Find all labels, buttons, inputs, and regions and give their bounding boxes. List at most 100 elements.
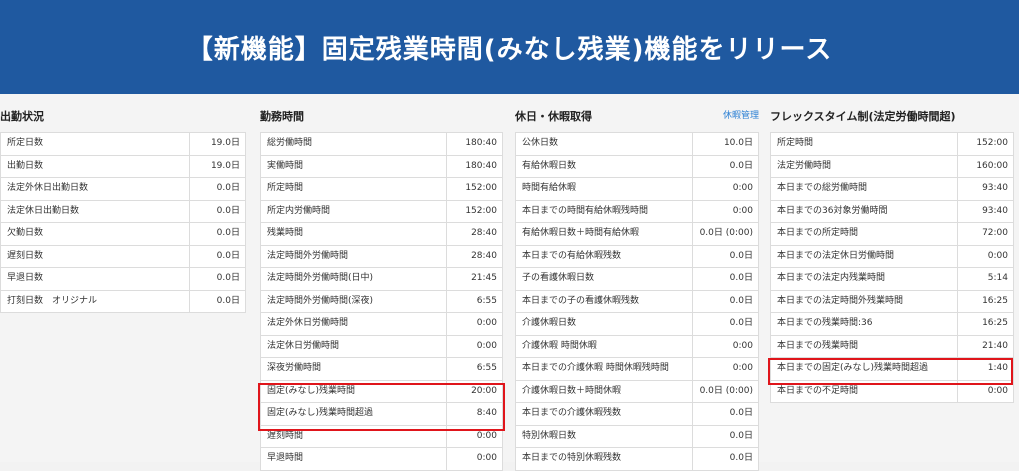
row-label: 本日までの有給休暇残数 <box>522 250 622 261</box>
row-value: 180:40 <box>446 133 502 155</box>
row-value: 19.0日 <box>189 133 245 155</box>
summary-content: 出勤状況 所定日数 19.0日 出勤日数 19.0日 法定外休日出勤日数 0.0日 法… <box>0 94 1019 471</box>
row-value: 0.0日 <box>692 155 758 177</box>
announcement-banner: 【新機能】固定残業時間(みなし残業)機能をリリース <box>0 0 1019 94</box>
row-label: 所定内労働時間 <box>267 205 331 216</box>
row-value: 0.0日 <box>189 245 245 267</box>
row-label: 本日までの法定時間外残業時間 <box>777 295 904 306</box>
row-value: 0.0日 (0:00) <box>692 380 758 402</box>
section-title: 勤務時間 <box>260 110 304 123</box>
table-row: 介護休暇 時間休暇 0:00 <box>515 335 759 358</box>
row-label: 有給休暇日数 <box>522 160 577 171</box>
table-row: 法定労働時間 160:00 <box>770 155 1014 178</box>
table-row: 法定外休日労働時間 0:00 <box>260 313 503 336</box>
row-label: 特別休暇日数 <box>522 430 577 441</box>
row-label: 本日までの子の看護休暇残数 <box>522 295 640 306</box>
row-label: 本日までの総労働時間 <box>777 183 868 193</box>
row-label: 所定日数 <box>7 138 44 148</box>
table-row: 本日までの法定内残業時間 5:14 <box>770 268 1014 291</box>
row-label: 法定時間外労働時間(深夜) <box>267 295 374 306</box>
row-label: 本日までの特別休暇残数 <box>522 453 622 463</box>
row-label: 本日までの法定内残業時間 <box>777 273 886 283</box>
row-value: 152:00 <box>446 200 502 222</box>
row-value: 93:40 <box>957 200 1013 222</box>
table-row: 残業時間 28:40 <box>260 223 503 246</box>
table-row: 総労働時間 180:40 <box>260 133 503 156</box>
table-row: 所定日数 19.0日 <box>0 133 246 156</box>
row-label: 深夜労働時間 <box>267 363 322 373</box>
section-title: 出勤状況 <box>0 110 44 123</box>
row-value: 28:40 <box>446 245 502 267</box>
table-row: 介護休暇日数 0.0日 <box>515 313 759 336</box>
row-value: 0.0日 <box>189 290 245 312</box>
row-value: 0.0日 <box>692 245 758 267</box>
row-value: 19.0日 <box>189 155 245 177</box>
table-row: 法定休日労働時間 0:00 <box>260 335 503 358</box>
row-value: 0.0日 <box>189 178 245 200</box>
row-value: 5:14 <box>957 268 1013 290</box>
table-row: 本日までの法定休日労働時間 0:00 <box>770 245 1014 268</box>
table-row: 介護休暇日数＋時間休暇 0.0日 (0:00) <box>515 380 759 403</box>
row-value: 6:55 <box>446 358 502 380</box>
row-value: 0.0日 <box>692 290 758 312</box>
row-label: 所定時間 <box>777 138 814 148</box>
row-value: 0:00 <box>446 335 502 357</box>
row-label: 本日までの法定休日労働時間 <box>777 250 895 261</box>
row-value: 6:55 <box>446 290 502 312</box>
leave-management-link[interactable]: 休暇管理 <box>723 108 759 121</box>
row-label: 法定時間外労働時間(日中) <box>267 273 374 283</box>
table-row: 本日までの特別休暇残数 0.0日 <box>515 448 759 471</box>
table-row: 本日までの36対象労働時間 93:40 <box>770 200 1014 223</box>
row-value: 0.0日 (0:00) <box>692 223 758 245</box>
table-row: 出勤日数 19.0日 <box>0 155 246 178</box>
table-row: 早退時間 0:00 <box>260 448 503 471</box>
row-value: 0:00 <box>957 245 1013 267</box>
row-value: 21:45 <box>446 268 502 290</box>
row-label: 打刻日数 オリジナル <box>7 295 98 306</box>
table-row: 子の看護休暇日数 0.0日 <box>515 268 759 291</box>
table-row: 所定内労働時間 152:00 <box>260 200 503 223</box>
row-value: 0.0日 <box>692 403 758 425</box>
row-label: 法定時間外労働時間 <box>267 250 349 261</box>
row-value: 21:40 <box>957 335 1013 357</box>
row-value: 152:00 <box>446 178 502 200</box>
row-label: 法定外休日労働時間 <box>267 318 349 328</box>
row-label: 法定労働時間 <box>777 160 832 171</box>
table-row: 早退日数 0.0日 <box>0 268 246 291</box>
row-label: 本日までの介護休暇 時間休暇残時間 <box>522 363 669 373</box>
row-label: 公休日数 <box>522 138 559 148</box>
row-value: 0.0日 <box>692 268 758 290</box>
row-value: 0:00 <box>692 358 758 380</box>
row-label: 残業時間 <box>267 228 304 238</box>
row-label: 本日までの所定時間 <box>777 228 859 238</box>
row-value: 16:25 <box>957 290 1013 312</box>
row-value: 0.0日 <box>692 448 758 470</box>
row-label: 実働時間 <box>267 160 304 171</box>
table-row: 深夜労働時間 6:55 <box>260 358 503 381</box>
table-row: 時間有給休暇 0:00 <box>515 178 759 201</box>
row-label: 有給休暇日数＋時間有給休暇 <box>522 228 640 238</box>
table-row: 特別休暇日数 0.0日 <box>515 425 759 448</box>
row-value: 72:00 <box>957 223 1013 245</box>
row-label: 本日までの残業時間:36 <box>777 318 873 328</box>
row-label: 所定時間 <box>267 183 304 193</box>
table-row: 本日までの残業時間:36 16:25 <box>770 313 1014 336</box>
row-label: 時間有給休暇 <box>522 183 577 193</box>
fixed-overtime-excess-highlight <box>768 358 1013 385</box>
table-row: 本日までの介護休暇 時間休暇残時間 0:00 <box>515 358 759 381</box>
table-row: 欠勤日数 0.0日 <box>0 223 246 246</box>
table-row: 法定時間外労働時間(日中) 21:45 <box>260 268 503 291</box>
row-label: 本日までの残業時間 <box>777 340 859 351</box>
row-label: 本日までの介護休暇残数 <box>522 408 622 418</box>
row-label: 介護休暇日数＋時間休暇 <box>522 385 622 396</box>
row-value: 0.0日 <box>189 268 245 290</box>
row-label: 早退時間 <box>267 453 304 463</box>
row-value: 160:00 <box>957 155 1013 177</box>
row-label: 子の看護休暇日数 <box>522 273 595 283</box>
table-row: 本日までの残業時間 21:40 <box>770 335 1014 358</box>
row-label: 介護休暇 時間休暇 <box>522 340 597 351</box>
fixed-overtime-highlight <box>258 383 505 431</box>
table-row: 本日までの所定時間 72:00 <box>770 223 1014 246</box>
table-row: 本日までの総労働時間 93:40 <box>770 178 1014 201</box>
row-label: 法定休日労働時間 <box>267 340 340 351</box>
